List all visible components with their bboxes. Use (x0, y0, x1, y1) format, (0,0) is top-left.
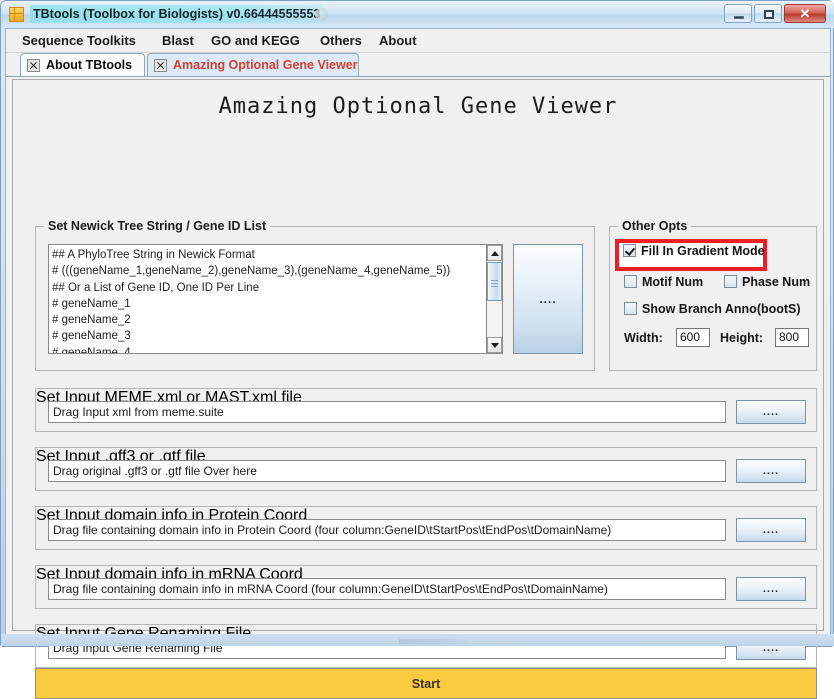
window-bottom-strip (1, 634, 834, 646)
mrna-coord-domain-input[interactable]: Drag file containing domain info in mRNA… (48, 578, 726, 600)
height-label: Height: (720, 331, 764, 345)
menu-item-sequence-toolkits[interactable]: Sequence Toolkits (16, 31, 142, 51)
newick-textarea-wrapper[interactable]: ## A PhyloTree String in Newick Format #… (48, 244, 503, 354)
scroll-down-arrow-icon[interactable] (487, 337, 502, 353)
newick-browse-button[interactable]: .... (513, 244, 583, 354)
gff3-gtf-browse-button[interactable]: .... (736, 459, 806, 483)
width-label: Width: (624, 331, 663, 345)
mrna-coord-domain-browse-button[interactable]: .... (736, 577, 806, 601)
tab-about-tbtools[interactable]: About TBtools (20, 53, 145, 76)
meme-xml-browse-button[interactable]: .... (736, 400, 806, 424)
checkbox-label: Show Branch Anno(bootS) (642, 302, 801, 316)
close-icon[interactable] (27, 58, 40, 72)
close-icon[interactable] (154, 58, 167, 72)
mrna-coord-domain-group: Set Input domain info in mRNA Coord Drag… (35, 565, 817, 609)
tab-strip: About TBtools Amazing Optional Gene View… (6, 53, 830, 78)
gff3-gtf-input[interactable]: Drag original .gff3 or .gtf file Over he… (48, 460, 726, 482)
group-title: Set Newick Tree String / Gene ID List (44, 219, 271, 233)
checkbox-label: Phase Num (742, 275, 811, 289)
menu-item-go-and-kegg[interactable]: GO and KEGG (205, 31, 306, 51)
tab-separator-line (6, 76, 830, 77)
newick-scrollbar[interactable] (486, 245, 502, 353)
maximize-button[interactable] (754, 4, 782, 23)
menu-item-about[interactable]: About (373, 31, 423, 51)
protein-coord-domain-group: Set Input domain info in Protein Coord D… (35, 506, 817, 550)
height-input[interactable]: 800 (775, 328, 809, 347)
scroll-up-arrow-icon[interactable] (487, 245, 502, 261)
checkbox-icon[interactable] (724, 275, 737, 288)
minimize-icon (734, 16, 744, 19)
meme-xml-input[interactable]: Drag Input xml from meme.suite (48, 401, 726, 423)
width-input[interactable]: 600 (676, 328, 710, 347)
resize-grip[interactable] (399, 639, 469, 644)
checkbox-phase-num[interactable]: Phase Num (724, 275, 810, 289)
protein-coord-domain-input[interactable]: Drag file containing domain info in Prot… (48, 519, 726, 541)
title-decoration-orb (315, 8, 328, 21)
checkbox-show-branch-anno[interactable]: Show Branch Anno(bootS) (624, 302, 801, 316)
minimize-button[interactable] (724, 4, 752, 23)
gff3-gtf-group: Set Input .gff3 or .gtf file Drag origin… (35, 447, 817, 491)
app-grid-icon (9, 7, 24, 22)
menu-bar: Sequence Toolkits Blast GO and KEGG Othe… (6, 29, 830, 53)
title-bar: TBtools (Toolbox for Biologists) v0.6644… (1, 1, 834, 28)
tab-label: About TBtools (46, 58, 133, 72)
meme-xml-group: Set Input MEME.xml or MAST.xml file Drag… (35, 388, 817, 432)
maximize-icon (764, 10, 774, 19)
page-title: Amazing Optional Gene Viewer (218, 94, 618, 119)
other-opts-group: Other Opts Fill In Gradient Mode Motif N… (609, 219, 817, 371)
checkbox-icon[interactable] (624, 302, 637, 315)
start-button[interactable]: Start (35, 668, 817, 699)
tab-label: Amazing Optional Gene Viewer (173, 58, 358, 72)
checkbox-icon[interactable] (623, 244, 636, 257)
checkbox-icon[interactable] (624, 275, 637, 288)
tab-amazing-optional-gene-viewer[interactable]: Amazing Optional Gene Viewer (147, 53, 359, 76)
protein-coord-domain-browse-button[interactable]: .... (736, 518, 806, 542)
newick-tree-group: Set Newick Tree String / Gene ID List ##… (35, 219, 595, 371)
checkbox-fill-in-gradient-mode[interactable]: Fill In Gradient Mode (623, 244, 765, 258)
client-area: Sequence Toolkits Blast GO and KEGG Othe… (5, 28, 831, 699)
newick-textarea[interactable]: ## A PhyloTree String in Newick Format #… (52, 247, 485, 353)
close-button[interactable]: ✕ (784, 4, 826, 23)
scrollbar-thumb[interactable] (487, 262, 502, 301)
application-window: TBtools (Toolbox for Biologists) v0.6644… (0, 0, 834, 699)
close-icon: ✕ (799, 5, 811, 21)
group-title: Other Opts (618, 219, 692, 233)
menu-item-blast[interactable]: Blast (156, 31, 200, 51)
menu-item-others[interactable]: Others (314, 31, 368, 51)
window-title: TBtools (Toolbox for Biologists) v0.6644… (30, 5, 324, 23)
checkbox-label: Motif Num (642, 275, 704, 289)
checkbox-label: Fill In Gradient Mode (641, 244, 765, 258)
gene-renaming-group: Set Input Gene Renaming File Drag Input … (35, 624, 817, 668)
content-panel: Amazing Optional Gene Viewer Set Newick … (12, 79, 824, 699)
checkbox-motif-num[interactable]: Motif Num (624, 275, 703, 289)
